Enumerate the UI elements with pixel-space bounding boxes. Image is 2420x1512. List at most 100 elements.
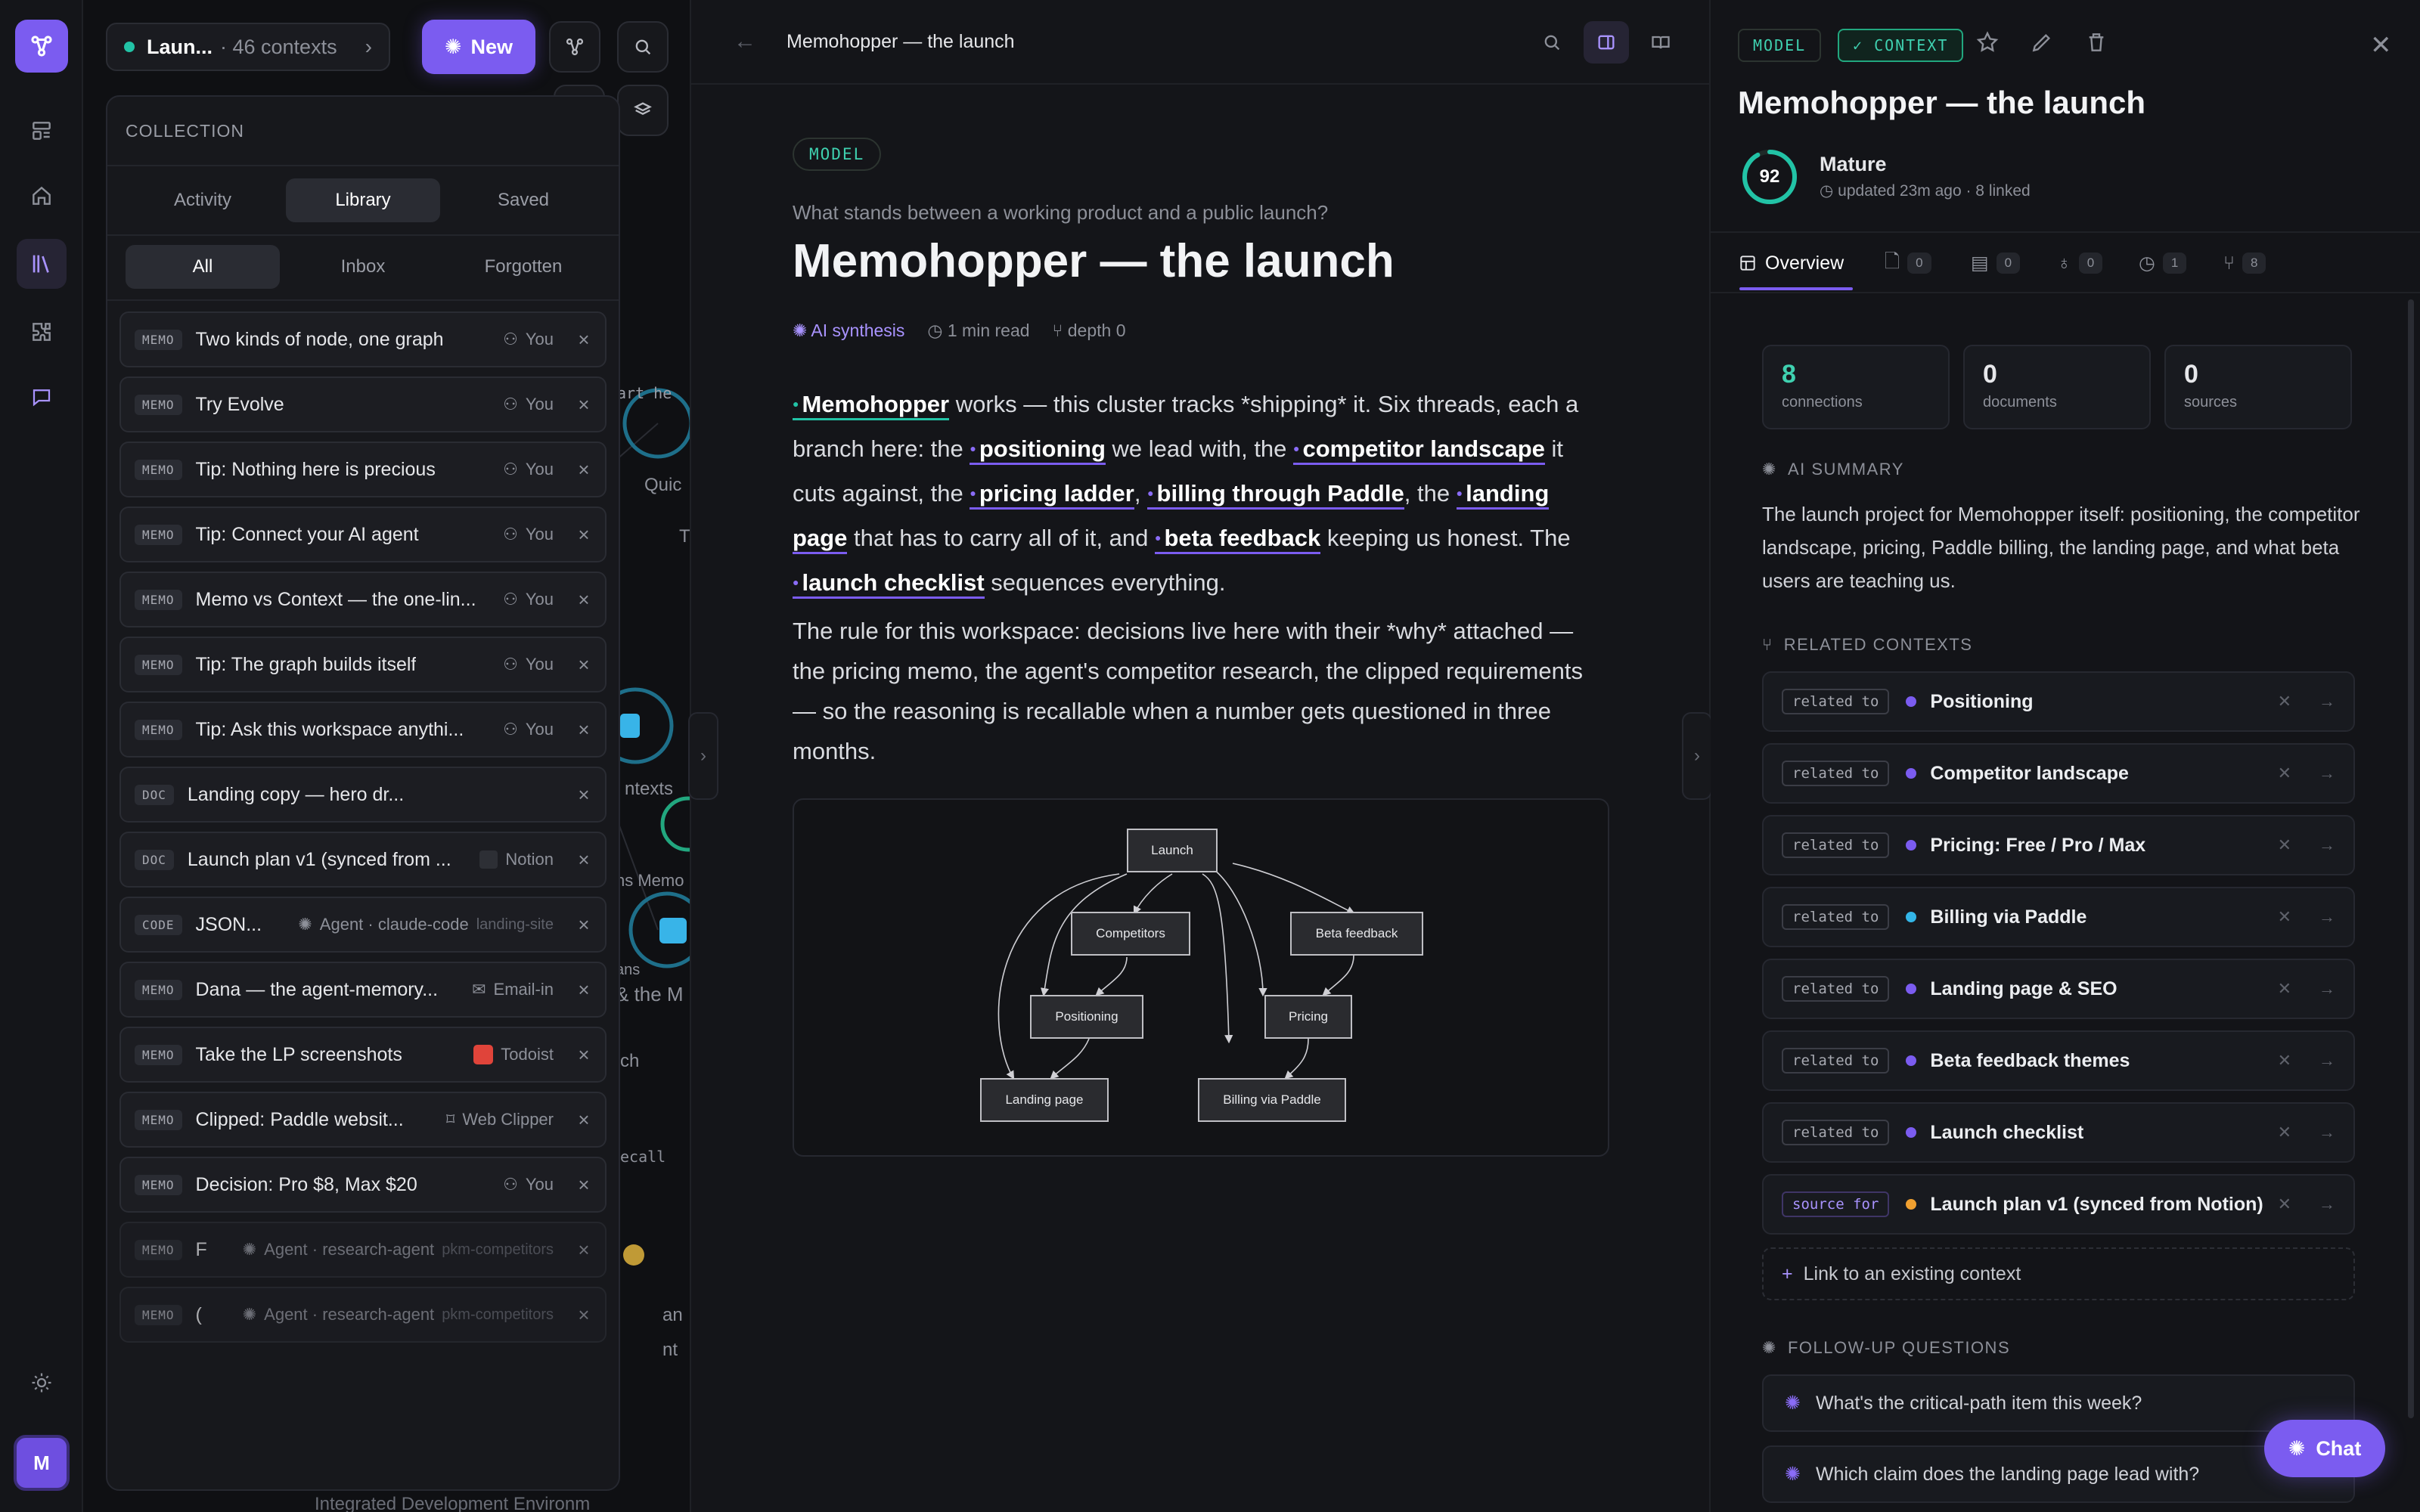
tab-links[interactable]: ⑂ 8 [2223,248,2266,278]
unlink-icon[interactable]: ✕ [2278,764,2291,783]
collection-item[interactable]: MEMO Clipped: Paddle websit... ⌑ Web Clippe… [119,1092,607,1148]
remove-icon[interactable]: × [576,523,591,547]
collection-item[interactable]: MEMO Tip: Nothing here is precious ⚇ You × [119,442,607,497]
related-context-item[interactable]: related to Billing via Paddle ✕ → [1762,887,2355,947]
dashboard-icon[interactable] [17,106,67,156]
filter-inbox[interactable]: Inbox [286,245,440,289]
related-context-item[interactable]: related to Competitor landscape ✕ → [1762,743,2355,804]
remove-icon[interactable]: × [576,1303,591,1327]
collection-item[interactable]: DOC Landing copy — hero dr... × [119,767,607,823]
collection-item[interactable]: CODE JSON... ✺ Agent · claude-code landing-s… [119,897,607,953]
tab-library[interactable]: Library [286,178,440,222]
unlink-icon[interactable]: ✕ [2278,1194,2291,1214]
remove-icon[interactable]: × [576,718,591,742]
arrow-right-icon[interactable]: → [2319,1194,2335,1214]
pencil-icon[interactable] [2030,30,2054,58]
link-billing[interactable]: billing through Paddle [1147,480,1404,510]
filter-forgotten[interactable]: Forgotten [446,245,600,289]
remove-icon[interactable]: × [576,458,591,482]
followup-question[interactable]: ✺ What's the critical-path item this week… [1762,1374,2355,1432]
collection-item[interactable]: MEMO Take the LP screenshots Todoist × [119,1027,607,1083]
app-logo-icon[interactable] [15,20,68,73]
user-avatar[interactable]: M [14,1435,70,1491]
collection-item[interactable]: MEMO Try Evolve ⚇ You × [119,376,607,432]
close-icon[interactable]: ✕ [2370,30,2392,60]
arrow-right-icon[interactable]: → [2319,692,2335,711]
link-launch-checklist[interactable]: launch checklist [793,569,985,599]
related-context-item[interactable]: related to Positioning ✕ → [1762,671,2355,732]
tab-overview[interactable]: Overview [1738,248,1844,278]
layers-button[interactable] [617,85,669,136]
remove-icon[interactable]: × [576,328,591,352]
remove-icon[interactable]: × [576,848,591,872]
link-competitor-landscape[interactable]: competitor landscape [1293,435,1545,465]
graph-view-button[interactable] [549,21,600,73]
collapse-right-button[interactable]: › [1682,712,1712,800]
collection-item[interactable]: MEMO F ✺ Agent · research-agent pkm-competit… [119,1222,607,1278]
link-beta-feedback[interactable]: beta feedback [1155,525,1321,554]
collection-item[interactable]: MEMO Tip: Connect your AI agent ⚇ You × [119,507,607,562]
trash-icon[interactable] [2084,30,2108,58]
related-context-item[interactable]: related to Landing page & SEO ✕ → [1762,959,2355,1019]
tag-model[interactable]: MODEL [1738,29,1822,62]
collection-item[interactable]: MEMO (✺ Agent · research-agent pkm-competit… [119,1287,607,1343]
remove-icon[interactable]: × [576,1238,591,1262]
link-memohopper[interactable]: Memohopper [793,391,950,420]
arrow-right-icon[interactable]: → [2319,907,2335,927]
remove-icon[interactable]: × [576,1043,591,1067]
theme-sun-icon[interactable] [17,1358,67,1408]
remove-icon[interactable]: × [576,653,591,677]
chat-button[interactable]: ✺ Chat [2264,1420,2385,1477]
unlink-icon[interactable]: ✕ [2278,692,2291,711]
unlink-icon[interactable]: ✕ [2278,907,2291,927]
unlink-icon[interactable]: ✕ [2278,1123,2291,1142]
link-positioning[interactable]: positioning [970,435,1106,465]
collection-item[interactable]: MEMO Decision: Pro $8, Max $20 ⚇ You × [119,1157,607,1213]
related-context-item[interactable]: related to Pricing: Free / Pro / Max ✕ → [1762,815,2355,875]
tab-activity[interactable]: Activity [126,178,280,222]
tab-documents[interactable]: 🗋 0 [1885,248,1931,278]
collection-item[interactable]: MEMO Memo vs Context — the one-lin... ⚇ You… [119,572,607,627]
plugins-icon[interactable] [17,307,67,357]
reader-mode-button[interactable] [1638,21,1683,64]
remove-icon[interactable]: × [576,978,591,1002]
remove-icon[interactable]: × [576,393,591,417]
workspace-switcher[interactable]: Laun... · 46 contexts › [106,23,390,71]
arrow-right-icon[interactable]: → [2319,979,2335,999]
unlink-icon[interactable]: ✕ [2278,1051,2291,1070]
remove-icon[interactable]: × [576,783,591,807]
arrow-right-icon[interactable]: → [2319,764,2335,783]
collection-item[interactable]: MEMO Tip: Ask this workspace anythi... ⚇ Yo… [119,702,607,758]
related-context-item[interactable]: related to Beta feedback themes ✕ → [1762,1030,2355,1091]
inspector-scrollbar[interactable] [2408,299,2414,1418]
tag-context[interactable]: ✓ CONTEXT [1838,29,1964,62]
collection-item[interactable]: MEMO Tip: The graph builds itself ⚇ You × [119,637,607,692]
chat-bubble-icon[interactable] [17,372,67,422]
remove-icon[interactable]: × [576,588,591,612]
back-arrow-icon[interactable]: ← [734,29,756,54]
remove-icon[interactable]: × [576,913,591,937]
arrow-right-icon[interactable]: → [2319,1051,2335,1070]
library-icon[interactable] [17,239,67,289]
doc-search-button[interactable] [1529,21,1575,64]
remove-icon[interactable]: × [576,1108,591,1132]
new-button[interactable]: ✺ New [422,20,535,74]
arrow-right-icon[interactable]: → [2319,1123,2335,1142]
link-existing-context-button[interactable]: + Link to an existing context [1762,1247,2355,1300]
filter-all[interactable]: All [126,245,280,289]
unlink-icon[interactable]: ✕ [2278,979,2291,999]
collapse-left-button[interactable]: › [688,712,718,800]
related-context-item[interactable]: source for Launch plan v1 (synced from No… [1762,1174,2355,1235]
remove-icon[interactable]: × [576,1173,591,1197]
search-button[interactable] [617,21,669,73]
split-view-button[interactable] [1584,21,1629,64]
tab-notes[interactable]: ▤ 0 [1971,248,2021,278]
arrow-right-icon[interactable]: → [2319,835,2335,855]
related-context-item[interactable]: related to Launch checklist ✕ → [1762,1102,2355,1163]
collection-item[interactable]: DOC Launch plan v1 (synced from ... Notion… [119,832,607,888]
tab-saved[interactable]: Saved [446,178,600,222]
tab-ideas[interactable]: ♁ 0 [2057,248,2103,278]
collection-item[interactable]: MEMO Dana — the agent-memory... ✉ Email-in × [119,962,607,1018]
unlink-icon[interactable]: ✕ [2278,835,2291,855]
link-pricing-ladder[interactable]: pricing ladder [970,480,1134,510]
